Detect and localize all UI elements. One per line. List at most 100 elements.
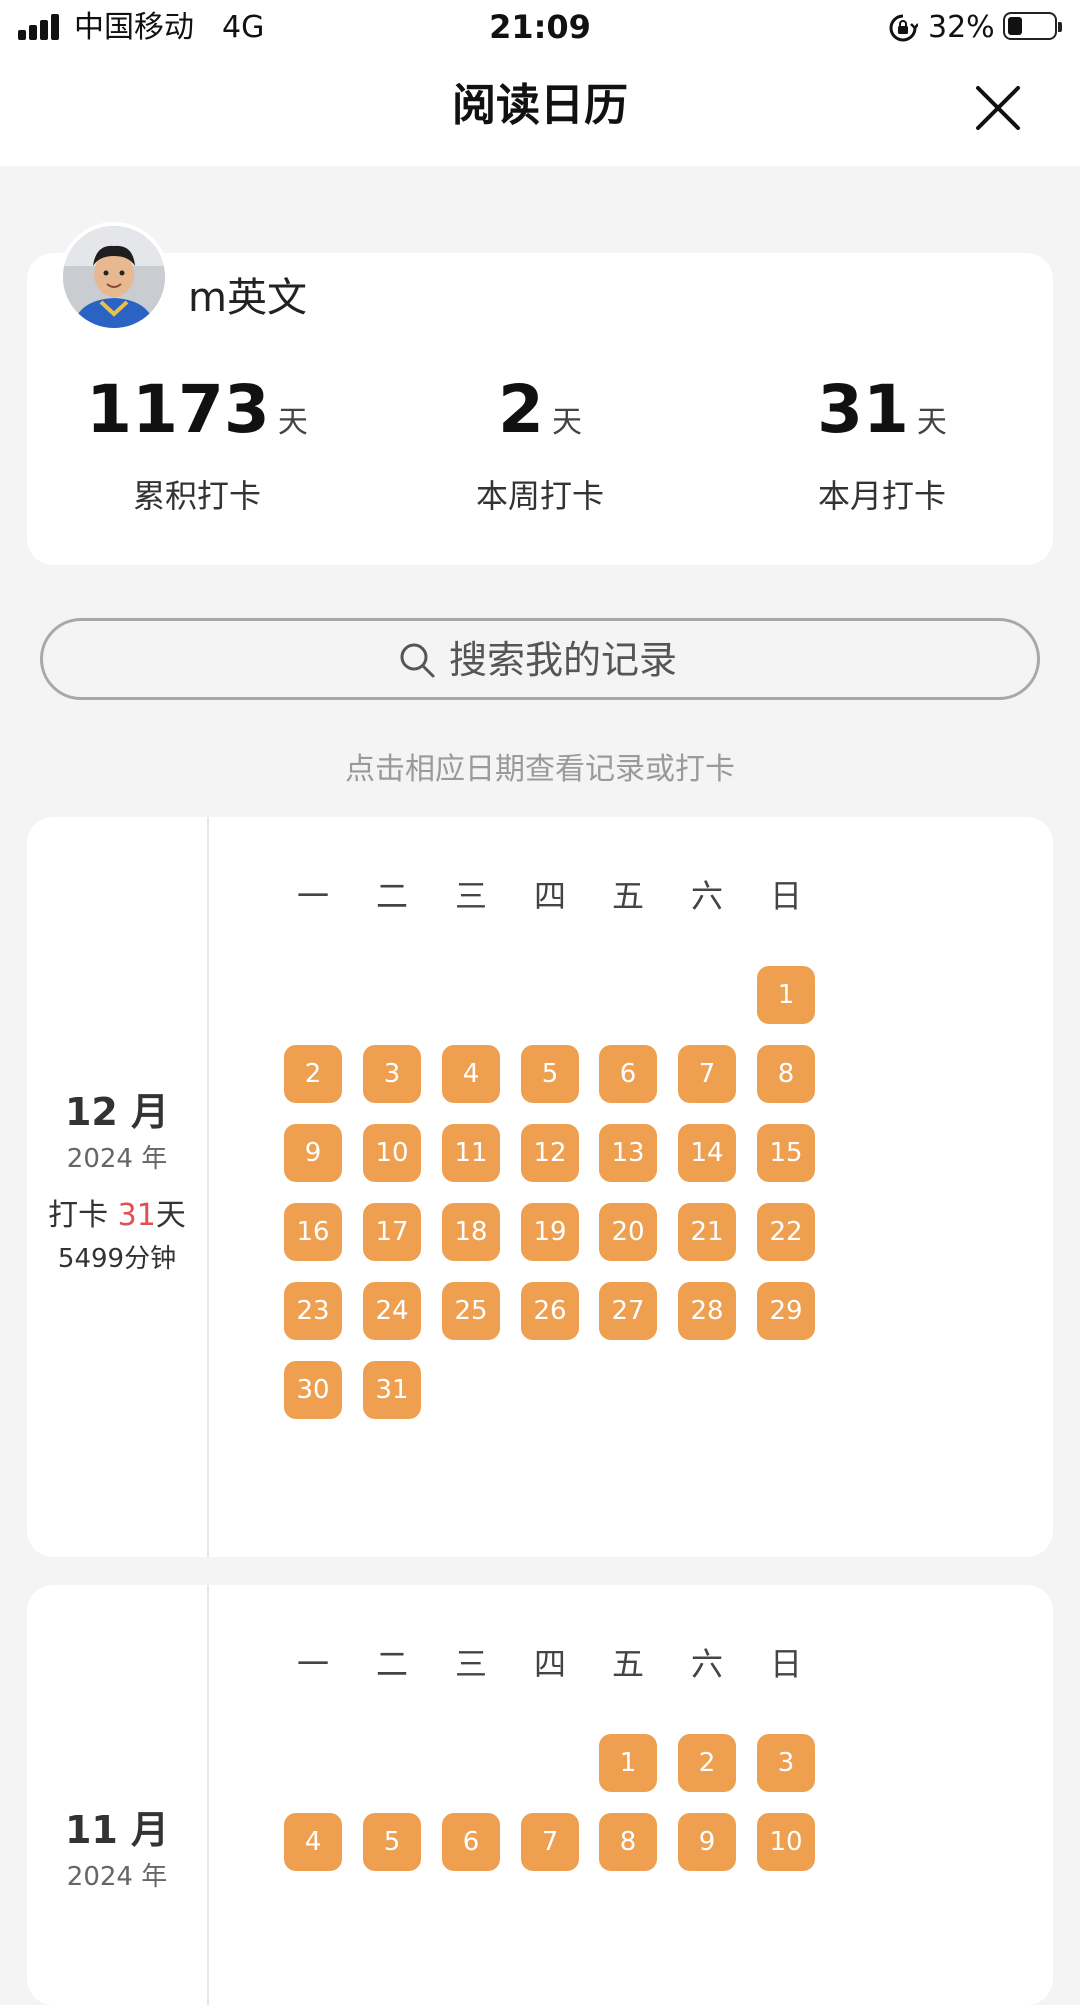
month-checkin: 打卡 31天	[27, 1195, 207, 1237]
calendar-day[interactable]: 3	[363, 1045, 421, 1103]
status-bar: 中国移动 4G 21:09 32%	[0, 0, 1080, 56]
close-icon	[976, 86, 1020, 130]
calendar-hint: 点击相应日期查看记录或打卡	[345, 752, 735, 787]
search-icon	[400, 643, 435, 678]
calendar-day[interactable]: 11	[442, 1124, 500, 1182]
weekday-label: 二	[375, 877, 408, 915]
weekday-label: 一	[296, 1645, 329, 1683]
calendar-day[interactable]: 24	[363, 1282, 421, 1340]
calendar-day[interactable]: 4	[284, 1813, 342, 1871]
weekday-label: 二	[375, 1645, 408, 1683]
stat-month: 31 天 本月打卡	[742, 370, 1022, 518]
calendar-day[interactable]: 9	[284, 1124, 342, 1182]
network-type: 4G	[222, 10, 265, 45]
calendar-day[interactable]: 1	[599, 1734, 657, 1792]
calendar-day[interactable]: 27	[599, 1282, 657, 1340]
calendar-day[interactable]: 25	[442, 1282, 500, 1340]
calendar-day[interactable]: 6	[599, 1045, 657, 1103]
calendar-day[interactable]: 21	[678, 1203, 736, 1261]
avatar[interactable]	[59, 222, 169, 332]
calendar-day[interactable]: 7	[521, 1813, 579, 1871]
weekday-label: 三	[454, 877, 487, 915]
calendar-day[interactable]: 17	[363, 1203, 421, 1261]
checkin-suffix: 天	[155, 1198, 186, 1233]
stat-unit: 天	[277, 405, 308, 440]
calendar-day[interactable]: 30	[284, 1361, 342, 1419]
calendar-day[interactable]: 31	[363, 1361, 421, 1419]
stat-value: 1173	[86, 371, 270, 448]
battery-icon	[1003, 12, 1062, 40]
calendar-day[interactable]: 23	[284, 1282, 342, 1340]
month-divider	[207, 817, 209, 1557]
nav-header: 阅读日历	[0, 56, 1080, 166]
calendar-day[interactable]: 2	[678, 1734, 736, 1792]
calendar-day[interactable]: 10	[363, 1124, 421, 1182]
stat-week: 2天 本周打卡	[400, 370, 680, 518]
weekday-label: 一	[296, 877, 329, 915]
month-name: 11 月	[64, 1808, 170, 1852]
checkin-prefix: 打卡	[48, 1198, 118, 1233]
calendar-day[interactable]: 13	[599, 1124, 657, 1182]
status-time: 21:09	[489, 8, 591, 46]
stat-label: 本周打卡	[475, 477, 604, 515]
weekday-label: 五	[611, 877, 644, 915]
stat-label: 本月打卡	[817, 477, 946, 515]
calendar-day[interactable]: 6	[442, 1813, 500, 1871]
stat-unit: 天	[551, 405, 582, 440]
signal-icon	[18, 14, 62, 40]
rotation-lock-icon	[889, 14, 918, 42]
weekday-label: 四	[533, 1645, 566, 1683]
calendar-day[interactable]: 3	[757, 1734, 815, 1792]
calendar-day[interactable]: 8	[757, 1045, 815, 1103]
battery-percent: 32%	[928, 10, 995, 45]
month-card-december: 12 月 2024 年 打卡 31天 5499分钟 一二三四五六日1234567…	[27, 817, 1053, 1557]
calendar-day[interactable]: 28	[678, 1282, 736, 1340]
stat-value: 31	[817, 371, 909, 448]
avatar-photo	[63, 226, 165, 328]
weekday-label: 三	[454, 1645, 487, 1683]
calendar-day[interactable]: 20	[599, 1203, 657, 1261]
month-minutes: 5499分钟	[57, 1244, 177, 1274]
calendar-day[interactable]: 19	[521, 1203, 579, 1261]
calendar-day[interactable]: 4	[442, 1045, 500, 1103]
battery-level	[1008, 17, 1022, 35]
month-year: 2024 年	[66, 1862, 168, 1892]
month-name: 12 月	[64, 1090, 170, 1134]
calendar-day[interactable]: 15	[757, 1124, 815, 1182]
month-summary: 12 月 2024 年 打卡 31天 5499分钟	[27, 1087, 207, 1277]
month-card-november: 11 月 2024 年 一 二 三 四 五 六 日 1 2 3 4 5 6 7 8 9 10	[27, 1585, 1053, 2005]
weekday-label: 日	[769, 1645, 802, 1683]
stat-total: 1173 天 累积打卡	[57, 370, 337, 518]
calendar-day[interactable]: 5	[521, 1045, 579, 1103]
stat-label: 累积打卡	[132, 477, 261, 515]
month-year: 2024 年	[66, 1144, 168, 1174]
calendar-day[interactable]: 26	[521, 1282, 579, 1340]
calendar-day[interactable]: 9	[678, 1813, 736, 1871]
page-title: 阅读日历	[452, 80, 628, 131]
calendar-day[interactable]: 14	[678, 1124, 736, 1182]
calendar-day[interactable]: 12	[521, 1124, 579, 1182]
calendar-day[interactable]: 18	[442, 1203, 500, 1261]
stat-value: 2	[498, 371, 544, 448]
weekday-label: 六	[690, 1645, 723, 1683]
stat-unit: 天	[916, 405, 947, 440]
calendar-day[interactable]: 16	[284, 1203, 342, 1261]
calendar-day[interactable]: 1	[757, 966, 815, 1024]
calendar-day[interactable]: 10	[757, 1813, 815, 1871]
checkin-days: 31	[117, 1198, 156, 1233]
calendar-day[interactable]: 29	[757, 1282, 815, 1340]
close-button[interactable]	[966, 76, 1030, 140]
search-placeholder: 搜索我的记录	[449, 638, 678, 682]
month-divider	[207, 1585, 209, 2005]
weekday-label: 四	[533, 877, 566, 915]
carrier-name: 中国移动	[74, 10, 194, 45]
calendar-day[interactable]: 7	[678, 1045, 736, 1103]
weekday-label: 日	[769, 877, 802, 915]
weekday-label: 五	[611, 1645, 644, 1683]
calendar-day[interactable]: 5	[363, 1813, 421, 1871]
calendar-day[interactable]: 22	[757, 1203, 815, 1261]
search-input[interactable]: 搜索我的记录	[40, 618, 1040, 700]
calendar-day[interactable]: 8	[599, 1813, 657, 1871]
user-name: m英文	[188, 275, 307, 321]
calendar-day[interactable]: 2	[284, 1045, 342, 1103]
